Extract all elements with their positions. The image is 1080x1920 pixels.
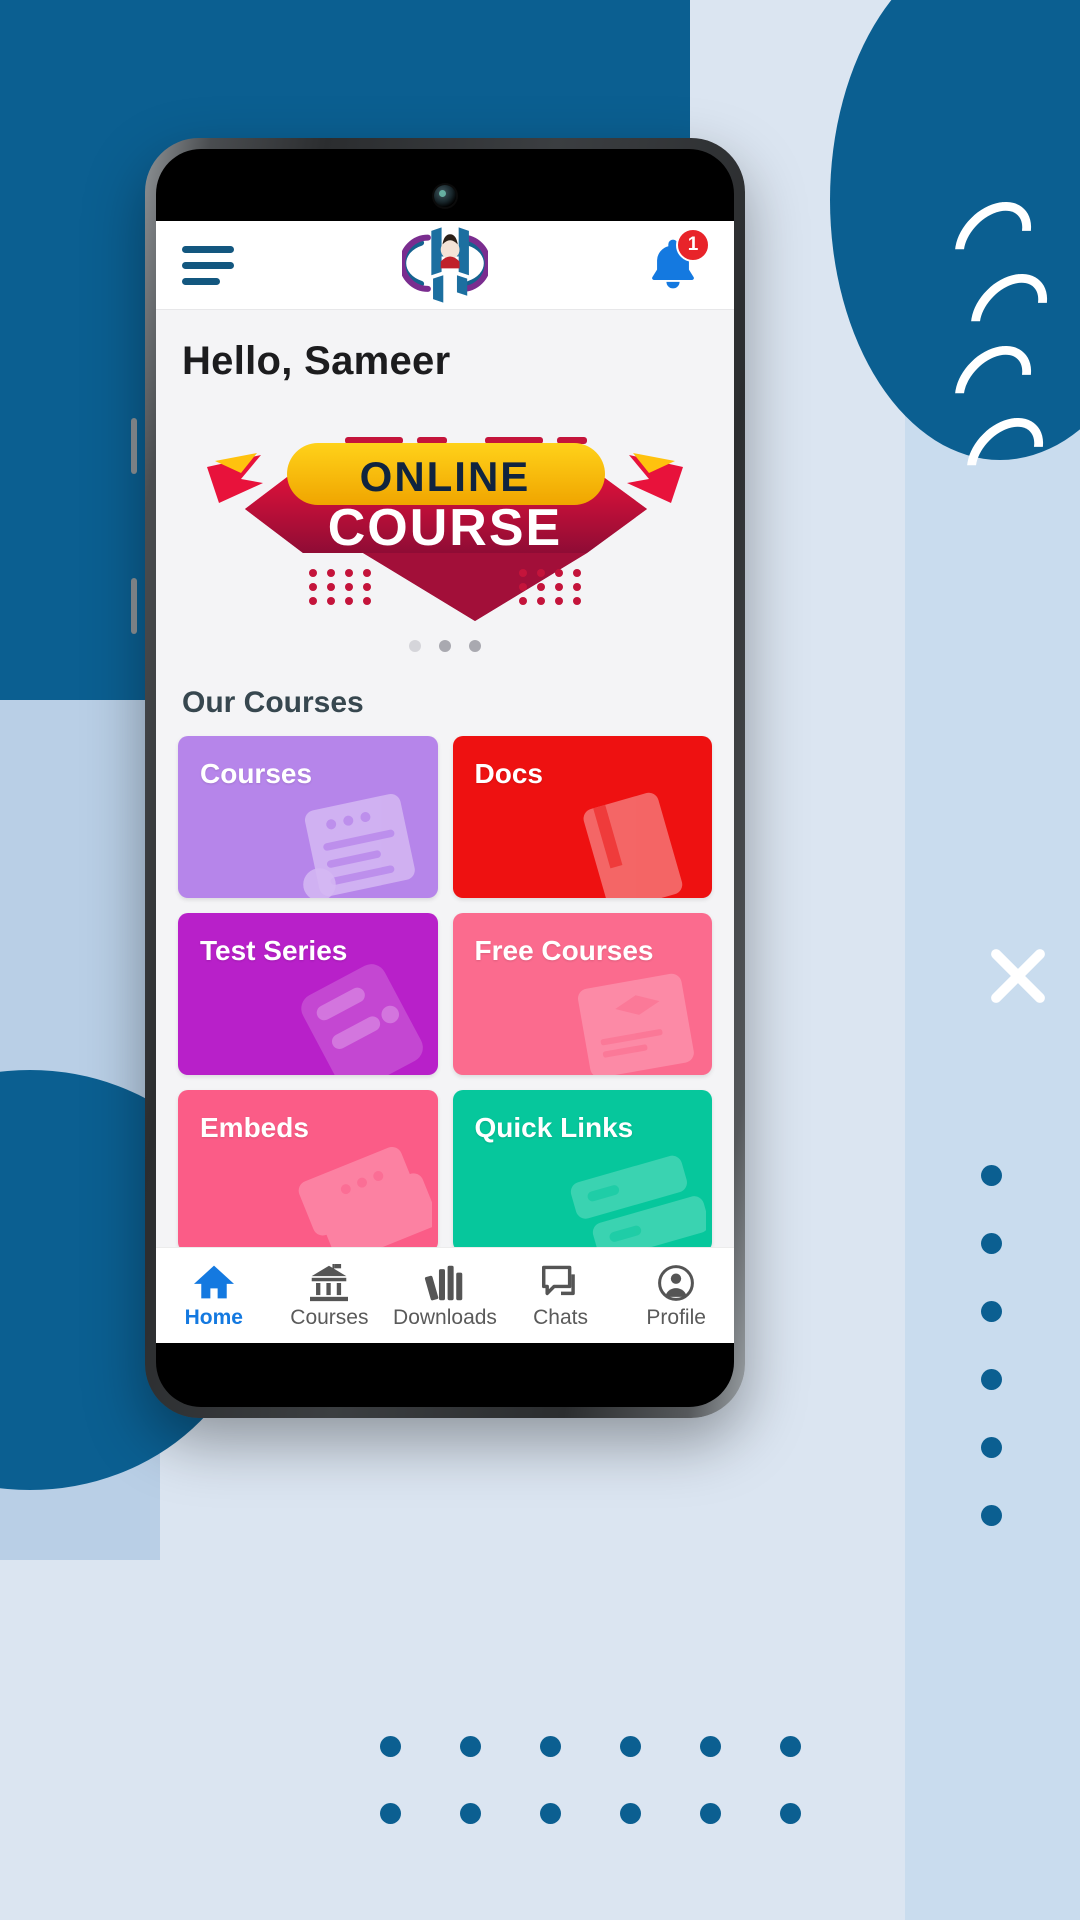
section-title-our-courses: Our Courses [182,686,364,719]
nav-item-profile[interactable]: Profile [618,1262,734,1330]
nav-label: Courses [290,1305,369,1329]
app-logo[interactable] [399,224,491,306]
profile-icon [655,1262,697,1302]
notification-badge: 1 [676,228,710,262]
tile-embeds[interactable]: Embeds [178,1090,438,1252]
promo-banner-carousel[interactable]: ONLINE COURSE [156,384,734,634]
carousel-dot[interactable] [469,640,481,652]
book-art-icon [583,792,683,898]
nav-item-downloads[interactable]: Downloads [387,1262,503,1330]
course-tile-grid: Courses Docs Test Series Free Courses Em… [156,720,734,1252]
bank-icon [308,1262,350,1302]
tile-courses[interactable]: Courses [178,736,438,898]
promo-banner-slide[interactable]: ONLINE COURSE [178,421,712,631]
clipboard-art-icon [300,964,423,1075]
phone-mockup: 1 Hello, Sameer ONLINE COURSE Our Course… [131,138,745,1418]
tile-quick-links[interactable]: Quick Links [452,1090,712,1252]
nav-item-chats[interactable]: Chats [503,1262,619,1330]
home-icon [192,1262,236,1302]
nav-label: Profile [646,1305,706,1329]
nav-label: Home [184,1305,243,1329]
svg-text:COURSE: COURSE [328,499,562,557]
svg-text:ONLINE: ONLINE [360,453,531,500]
nav-label: Chats [533,1305,588,1329]
nav-item-courses[interactable]: Courses [272,1262,388,1330]
front-camera-icon [434,185,456,207]
carousel-dot-active[interactable] [439,640,451,652]
phone-screen-frame: 1 Hello, Sameer ONLINE COURSE Our Course… [156,149,734,1407]
tile-free-courses[interactable]: Free Courses [452,913,712,1075]
phone-side-button [131,418,137,474]
close-icon [982,940,1054,1012]
card-art-icon [298,1146,432,1252]
bottom-navigation-bar: Home Courses Downloads Chats Profile [156,1247,734,1343]
certificate-art-icon [577,973,694,1075]
books-icon [424,1262,466,1302]
nav-label: Downloads [393,1305,497,1329]
tile-test-series[interactable]: Test Series [178,913,438,1075]
tile-label: Free Courses [474,935,654,966]
carousel-pagination[interactable] [156,634,734,652]
tile-label: Docs [474,758,543,789]
nav-item-home[interactable]: Home [156,1262,272,1330]
app-screen: 1 Hello, Sameer ONLINE COURSE Our Course… [156,221,734,1343]
tile-docs[interactable]: Docs [452,736,712,898]
dot-column-decoration [981,1165,1002,1573]
tile-label: Courses [200,758,313,789]
links-art-icon [570,1155,706,1252]
greeting-text: Hello, Sameer [182,339,451,383]
tile-label: Embeds [200,1112,309,1143]
carousel-dot[interactable] [409,640,421,652]
hamburger-menu-icon[interactable] [182,245,238,285]
notification-bell-button[interactable]: 1 [642,228,710,296]
phone-side-button [131,578,137,634]
chat-icon [540,1262,582,1302]
tile-label: Test Series [200,935,348,966]
app-header-bar: 1 [156,221,734,309]
dot-grid-decoration [380,1736,801,1870]
tile-label: Quick Links [474,1112,634,1143]
document-art-icon [302,793,415,898]
